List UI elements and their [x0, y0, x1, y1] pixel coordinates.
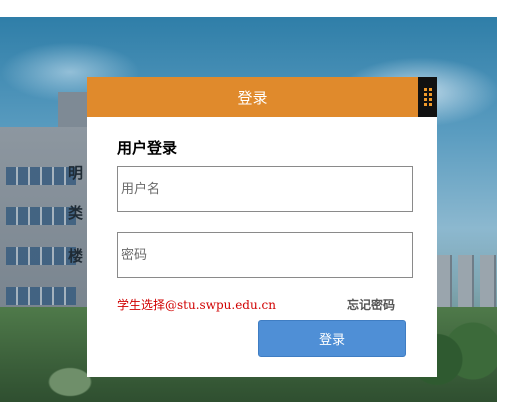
- building-windows: [6, 207, 76, 225]
- hint-prefix: 学生选择: [117, 298, 166, 312]
- dialog-title: 登录: [237, 88, 268, 107]
- building-windows: [6, 247, 76, 265]
- student-email-hint: 学生选择@stu.swpu.edu.cn: [117, 296, 276, 313]
- password-input[interactable]: [121, 233, 412, 277]
- qr-login-toggle[interactable]: [418, 77, 437, 117]
- form-title: 用户登录: [117, 139, 178, 157]
- login-button[interactable]: 登录: [258, 320, 406, 357]
- building-sign-char: 明: [68, 164, 84, 182]
- username-field[interactable]: [117, 166, 413, 212]
- qr-code-icon: [423, 88, 432, 106]
- distant-buildings: [436, 255, 496, 315]
- building-windows: [6, 287, 76, 305]
- dialog-header: 登录: [87, 77, 418, 117]
- forgot-password-link[interactable]: 忘记密码: [347, 296, 395, 313]
- hint-email: @stu.swpu.edu.cn: [165, 298, 276, 312]
- building-windows: [6, 167, 76, 185]
- username-input[interactable]: [121, 167, 412, 211]
- login-dialog: 登录 用户登录 学生选择@stu.swpu.edu.cn 忘记密码 登录: [87, 77, 437, 377]
- building-sign-char: 楼: [68, 247, 84, 265]
- building-sign-char: 类: [68, 204, 84, 222]
- password-field[interactable]: [117, 232, 413, 278]
